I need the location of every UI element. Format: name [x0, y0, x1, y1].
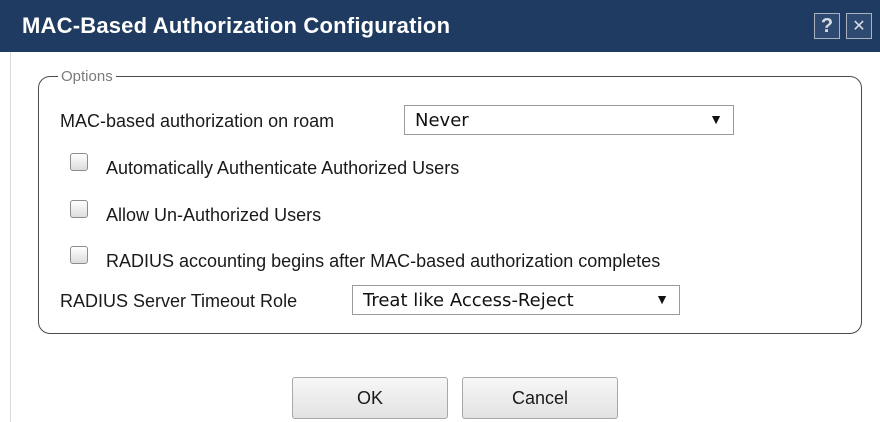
mac-auth-dialog: MAC-Based Authorization Configuration ? …: [0, 0, 880, 422]
timeout-role-select[interactable]: Treat like Access-Reject ▼: [352, 285, 680, 315]
mac-auth-roam-select[interactable]: Never ▼: [404, 105, 734, 135]
auto-authenticate-label[interactable]: Automatically Authenticate Authorized Us…: [106, 158, 459, 179]
timeout-role-label: RADIUS Server Timeout Role: [60, 291, 298, 311]
help-button[interactable]: ?: [814, 13, 840, 39]
chevron-down-icon: ▼: [709, 111, 723, 127]
help-icon: ?: [820, 14, 834, 37]
cancel-button[interactable]: Cancel: [462, 377, 618, 419]
radius-accounting-label[interactable]: RADIUS accounting begins after MAC-based…: [106, 251, 660, 272]
auto-authenticate-checkbox[interactable]: [70, 153, 88, 171]
left-divider: [10, 52, 11, 422]
chevron-down-icon: ▼: [655, 291, 669, 307]
close-icon: ✕: [852, 18, 866, 35]
dialog-titlebar: MAC-Based Authorization Configuration ? …: [0, 0, 880, 52]
dialog-title: MAC-Based Authorization Configuration: [22, 13, 451, 38]
close-button[interactable]: ✕: [846, 13, 872, 39]
timeout-role-value: Treat like Access-Reject: [363, 290, 574, 311]
allow-unauthorized-label[interactable]: Allow Un-Authorized Users: [106, 205, 321, 226]
allow-unauthorized-checkbox[interactable]: [70, 200, 88, 218]
mac-auth-roam-label: MAC-based authorization on roam: [60, 111, 335, 131]
radius-accounting-checkbox[interactable]: [70, 246, 88, 264]
ok-button[interactable]: OK: [292, 377, 448, 419]
options-legend: Options: [58, 68, 116, 85]
mac-auth-roam-value: Never: [415, 110, 469, 131]
